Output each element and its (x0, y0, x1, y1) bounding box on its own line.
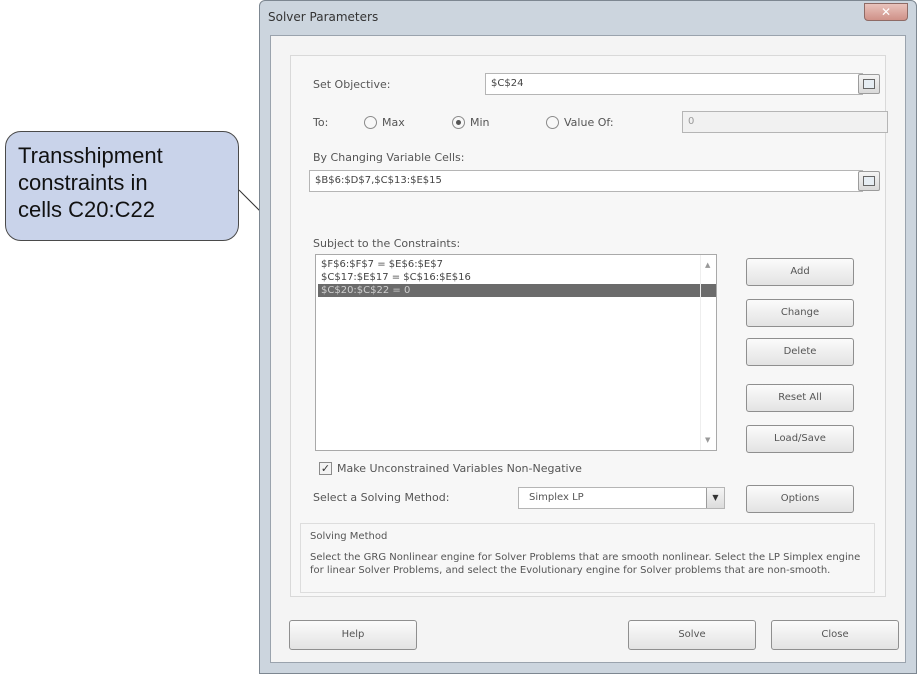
set-objective-input[interactable]: $C$24 (485, 73, 863, 95)
to-label: To: (313, 116, 329, 129)
solver-parameters-dialog: Solver Parameters ✕ Set Objective: $C$24… (259, 0, 917, 674)
value-of-input[interactable]: 0 (682, 111, 888, 133)
min-radio[interactable] (452, 116, 465, 129)
callout-line-3: cells C20:C22 (18, 197, 155, 222)
add-button[interactable]: Add (746, 258, 854, 286)
max-radio[interactable] (364, 116, 377, 129)
constraints-scrollbar[interactable]: ▲ ▼ (700, 255, 716, 450)
max-radio-label: Max (382, 116, 405, 129)
range-select-icon (863, 79, 875, 89)
constraint-item[interactable]: $C$17:$E$17 = $C$16:$E$16 (318, 271, 712, 284)
close-window-button[interactable]: ✕ (864, 3, 908, 21)
non-negative-label: Make Unconstrained Variables Non-Negativ… (337, 462, 582, 475)
solving-method-info: Solving Method Select the GRG Nonlinear … (300, 523, 875, 593)
value-of-radio-label: Value Of: (564, 116, 614, 129)
checkmark-icon: ✓ (320, 462, 331, 475)
close-button[interactable]: Close (771, 620, 899, 650)
min-radio-label: Min (470, 116, 490, 129)
changing-cells-input[interactable]: $B$6:$D$7,$C$13:$E$15 (309, 170, 863, 192)
constraint-item-selected[interactable]: $C$20:$C$22 = 0 (318, 284, 716, 297)
dropdown-arrow-icon[interactable]: ▼ (706, 488, 724, 508)
change-button[interactable]: Change (746, 299, 854, 327)
dialog-client-area: Set Objective: $C$24 To: Max Min Value O… (270, 35, 906, 663)
solving-method-label: Select a Solving Method: (313, 491, 450, 504)
changing-cells-range-selector-button[interactable] (858, 171, 880, 191)
solve-button[interactable]: Solve (628, 620, 756, 650)
constraints-list[interactable]: $F$6:$F$7 = $E$6:$E$7 $C$17:$E$17 = $C$1… (315, 254, 717, 451)
solving-method-description: Select the GRG Nonlinear engine for Solv… (310, 552, 861, 576)
scroll-down-icon[interactable]: ▼ (705, 436, 710, 444)
set-objective-label: Set Objective: (313, 78, 391, 91)
solving-method-value: Simplex LP (529, 492, 584, 503)
range-select-icon (863, 176, 875, 186)
constraints-label: Subject to the Constraints: (313, 237, 461, 250)
close-icon: ✕ (880, 5, 892, 19)
solving-method-select[interactable]: Simplex LP ▼ (518, 487, 725, 509)
non-negative-checkbox[interactable]: ✓ (319, 462, 332, 475)
solving-method-title: Solving Method (310, 531, 388, 542)
objective-range-selector-button[interactable] (858, 74, 880, 94)
delete-button[interactable]: Delete (746, 338, 854, 366)
callout-box: Transshipment constraints in cells C20:C… (5, 131, 239, 241)
changing-cells-label: By Changing Variable Cells: (313, 151, 465, 164)
options-button[interactable]: Options (746, 485, 854, 513)
scroll-up-icon[interactable]: ▲ (705, 261, 710, 269)
load-save-button[interactable]: Load/Save (746, 425, 854, 453)
title-bar: Solver Parameters ✕ (260, 1, 916, 35)
value-of-radio[interactable] (546, 116, 559, 129)
help-button[interactable]: Help (289, 620, 417, 650)
dialog-title: Solver Parameters (268, 10, 379, 24)
callout-line-1: Transshipment (18, 143, 163, 168)
parameters-group: Set Objective: $C$24 To: Max Min Value O… (290, 55, 888, 597)
constraint-item[interactable]: $F$6:$F$7 = $E$6:$E$7 (318, 258, 712, 271)
reset-all-button[interactable]: Reset All (746, 384, 854, 412)
callout-line-2: constraints in (18, 170, 148, 195)
